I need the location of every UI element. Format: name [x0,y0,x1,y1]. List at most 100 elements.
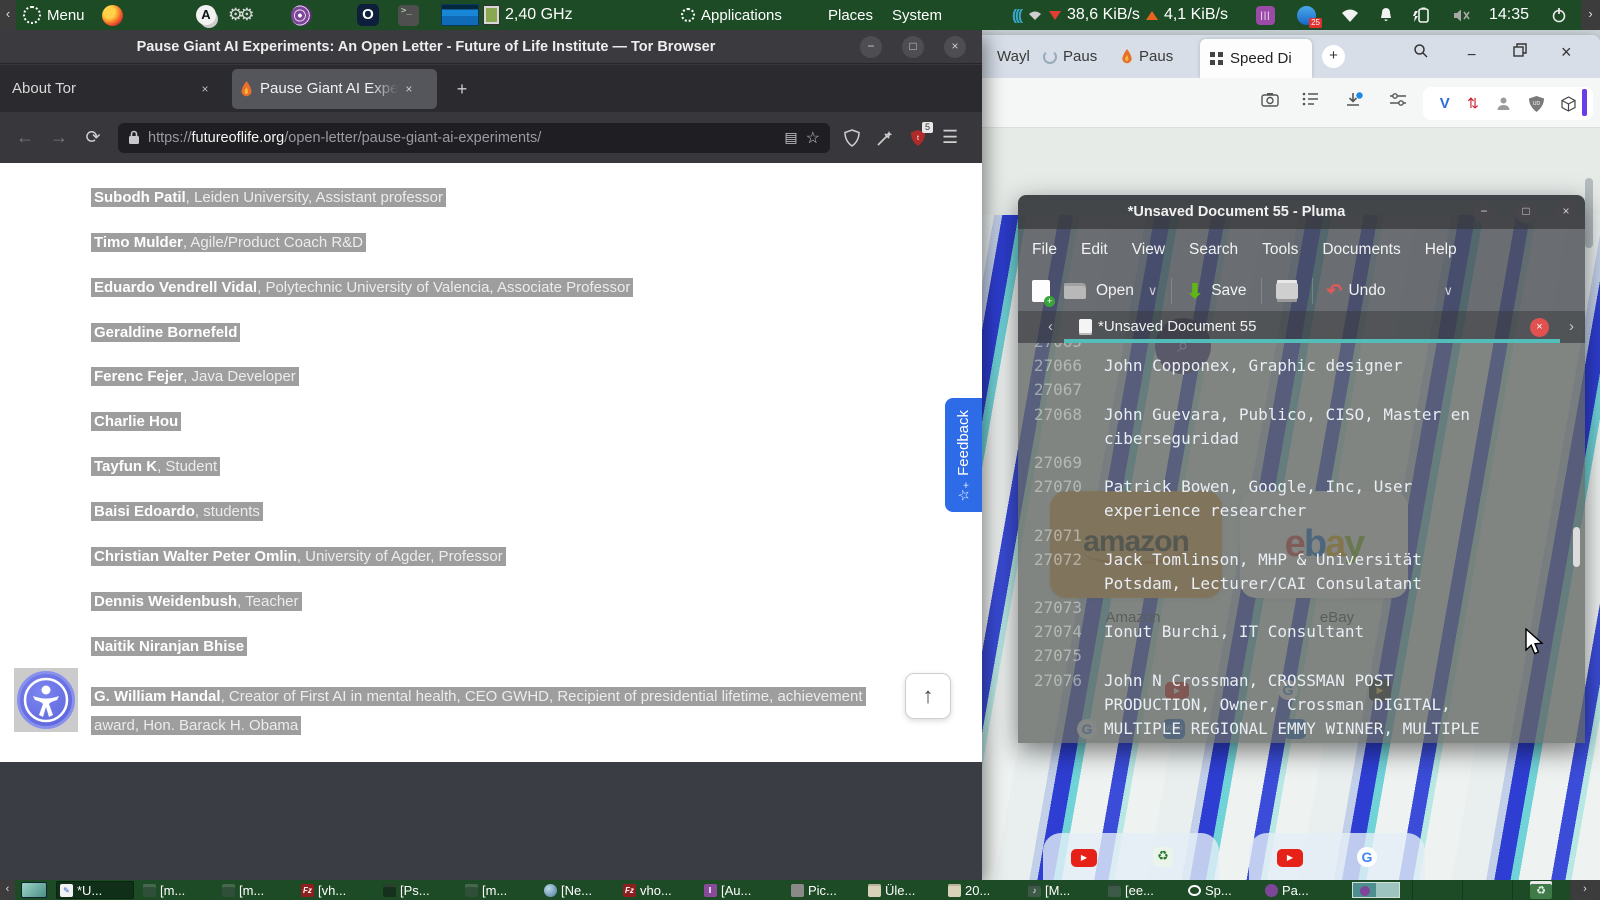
panel-collapse-left-icon[interactable]: ‹ [0,0,16,30]
open-dropdown-icon[interactable]: ∨ [1148,283,1158,299]
tray-media-applet[interactable]: ||| [1256,0,1275,30]
task-terminal-2[interactable]: [m... [219,881,291,899]
url-bar[interactable]: https://futureoflife.org/open-letter/pau… [118,122,830,153]
back-icon[interactable]: ← [8,127,42,148]
save-arrow-icon[interactable]: ⬇ [1186,279,1203,304]
tab-scroll-left-icon[interactable]: ‹ [1048,311,1053,343]
menu-tools[interactable]: Tools [1262,241,1298,259]
menu-edit[interactable]: Edit [1081,241,1108,259]
vivaldi-tab-1[interactable]: Wayl [997,35,1030,78]
reader-mode-icon[interactable]: ▤ [784,129,797,146]
tray-notifications[interactable] [1379,0,1393,30]
tray-volume[interactable] [1453,0,1471,30]
task-terminal-4[interactable]: [m... [462,881,534,899]
open-folder-icon[interactable] [1064,283,1086,299]
undo-button[interactable]: Undo [1348,282,1385,300]
workspace-1[interactable] [1353,883,1376,897]
pluma-maximize-button[interactable]: □ [1515,201,1537,223]
vivaldi-tab-2[interactable]: Paus [1043,35,1097,78]
panel-collapse-right-icon[interactable]: › [1581,0,1600,30]
clock-applet[interactable]: 14:35 [1489,0,1529,30]
search-launcher[interactable]: A [196,0,216,30]
reload-icon[interactable]: ⟳ [76,127,110,148]
vivaldi-minimize-button[interactable]: − [1467,47,1476,65]
new-tab-button[interactable]: + [1322,45,1345,68]
open-button[interactable]: Open [1096,282,1134,300]
menu-places[interactable]: Places [828,0,873,30]
downloads-icon[interactable] [1345,92,1363,109]
speeddial-folder-1[interactable]: ♻ W ▥ [1043,833,1219,880]
task-pictures[interactable]: Pic... [788,881,852,899]
new-document-icon[interactable] [1032,280,1055,307]
undo-dropdown-icon[interactable]: ∨ [1444,283,1454,299]
new-tab-button[interactable]: + [450,77,474,101]
tab-about-tor[interactable]: About Tor [0,65,218,112]
capture-icon[interactable] [1261,92,1279,107]
cpu-graph-applet[interactable] [441,4,479,26]
tab-close-icon[interactable]: × [196,80,214,98]
firefox-launcher[interactable] [102,0,123,30]
menu-search[interactable]: Search [1189,241,1238,259]
tray-update-applet[interactable]: 25 [1297,0,1322,30]
vivaldi-scrollbar[interactable] [1585,178,1593,248]
tab-search-icon[interactable] [1413,43,1429,59]
task-filezilla-2[interactable]: Fz vho... [620,881,694,899]
main-menu[interactable]: Menu [23,0,85,30]
task-filezilla-1[interactable]: Fz [vh... [298,881,374,899]
scroll-to-top-button[interactable]: ↑ [905,673,951,719]
task-audio[interactable]: ‖ [Au... [701,881,775,899]
menu-file[interactable]: File [1032,241,1057,259]
vivaldi-close-button[interactable]: × [1561,42,1572,63]
undo-arrow-icon[interactable]: ↶ [1327,280,1343,303]
extension-ublock-icon[interactable]: UD [1528,95,1544,112]
pluma-scrollbar[interactable] [1573,527,1580,567]
tor-minimize-button[interactable]: − [860,36,882,58]
task-folder-music[interactable]: ♪ [M... [1025,881,1093,899]
cpu-freq-applet[interactable]: 2,40 GHz [484,0,573,30]
tab-close-icon[interactable]: × [1530,318,1549,337]
vivaldi-tab-speeddial-active[interactable]: Speed Di [1200,39,1312,78]
workspace-switcher[interactable] [1352,882,1400,898]
tab-pause-letter-active[interactable]: Pause Giant AI Expe × [232,69,437,109]
vivaldi-tab-3[interactable]: Paus [1121,35,1173,78]
menu-applications[interactable]: Applications [681,0,782,30]
extension-v-icon[interactable]: V [1440,95,1450,112]
tor-launcher[interactable] [291,0,312,30]
task-tor[interactable]: Pa... [1262,881,1338,899]
circuit-wand-icon[interactable] [876,129,894,147]
security-shield-badge[interactable]: t 5 [910,121,933,147]
accessibility-widget[interactable] [14,668,78,732]
hamburger-menu-icon[interactable]: ☰ [942,127,958,148]
task-opera[interactable]: Sp... [1185,881,1253,899]
task-terminal-1[interactable]: [m... [140,881,212,899]
opera-launcher[interactable]: O [357,0,379,30]
extension-updown-icon[interactable]: ⇅ [1467,95,1479,112]
print-icon[interactable] [1275,283,1298,299]
pluma-close-button[interactable]: × [1555,201,1577,223]
pluma-title-bar[interactable]: *Unsaved Document 55 - Pluma − □ × [1018,195,1585,229]
forward-icon[interactable]: → [42,127,76,148]
pluma-text-area[interactable]: 27065 27066 John Copponex, Graphic design… [1018,343,1585,743]
show-desktop-button[interactable] [21,882,47,898]
pluma-minimize-button[interactable]: − [1473,201,1495,223]
terminal-launcher[interactable]: >_ [398,0,419,30]
speeddial-folder-2[interactable]: G G [1249,833,1425,880]
task-folder[interactable]: [ee... [1105,881,1177,899]
menu-documents[interactable]: Documents [1322,241,1400,259]
extension-person-icon[interactable] [1496,96,1511,111]
tor-maximize-button[interactable]: □ [902,36,924,58]
tab-scroll-right-icon[interactable]: › [1569,311,1574,343]
taskbar-collapse-left-icon[interactable]: ‹ [0,880,15,900]
bookmark-star-icon[interactable]: ☆ [806,128,820,148]
workspace-2[interactable] [1376,883,1399,897]
trash-applet[interactable]: ♻ [1530,881,1552,899]
task-file-1[interactable]: Üle... [865,881,937,899]
tune-icon[interactable] [1389,92,1407,107]
tab-close-icon[interactable]: × [405,69,412,109]
shutdown-applet[interactable] [1551,0,1567,30]
extension-box-icon[interactable] [1561,95,1576,112]
tray-battery[interactable] [1410,0,1432,30]
task-terminal-3[interactable]: [Ps... [380,881,454,899]
reading-list-icon[interactable] [1302,92,1320,106]
tor-close-button[interactable]: × [944,36,966,58]
